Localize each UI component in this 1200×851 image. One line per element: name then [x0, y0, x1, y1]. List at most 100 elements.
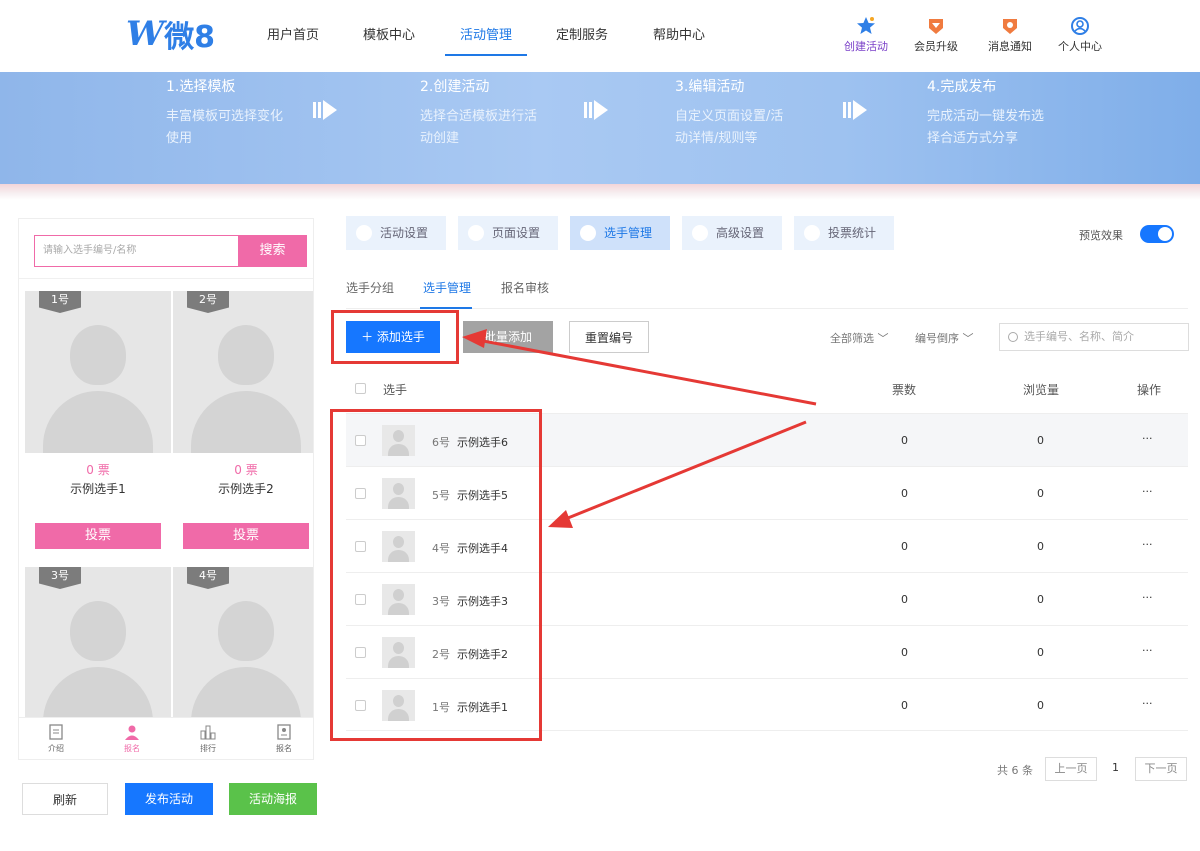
- player-card[interactable]: 2号 0 票 示例选手2 投票: [173, 291, 313, 549]
- player-views: 0: [1037, 699, 1044, 712]
- tab-activity-settings[interactable]: 活动设置: [346, 216, 446, 250]
- filter-all-dropdown[interactable]: 全部筛选 ﹀: [830, 330, 889, 346]
- step-4: 4.完成发布 完成活动一键发布选择合适方式分享: [927, 76, 1047, 150]
- tab-register[interactable]: 报名: [259, 724, 309, 754]
- activity-poster-button[interactable]: 活动海报: [229, 783, 317, 815]
- bell-badge-icon: [1003, 19, 1017, 34]
- player-votes: 0: [901, 540, 908, 553]
- current-page[interactable]: 1: [1112, 761, 1119, 774]
- brand-logo[interactable]: W 微8: [126, 14, 216, 55]
- phone-preview: 请输入选手编号/名称 搜索 1号 0 票 示例选手1 投票 2号 0 票 示例选…: [18, 218, 314, 760]
- subtab-divider: [346, 308, 1188, 309]
- tab-player-management[interactable]: 选手管理: [570, 216, 670, 250]
- create-activity-link[interactable]: 创建活动: [836, 16, 896, 54]
- sliders-icon: [692, 225, 708, 241]
- annotation-box-player-list: [330, 409, 542, 741]
- nav-custom-service[interactable]: 定制服务: [556, 24, 608, 43]
- next-page-button[interactable]: 下一页: [1135, 757, 1187, 781]
- preview-search-input[interactable]: 请输入选手编号/名称: [34, 235, 239, 267]
- tab-label: 投票统计: [828, 226, 877, 240]
- sort-dropdown[interactable]: 编号倒序 ﹀: [915, 330, 974, 346]
- select-all-checkbox[interactable]: [355, 383, 366, 394]
- tab-label: 介绍: [48, 744, 64, 753]
- preview-search-button[interactable]: 搜索: [238, 235, 307, 267]
- player-views: 0: [1037, 434, 1044, 447]
- player-name: 示例选手1: [70, 482, 126, 496]
- tab-label: 活动设置: [380, 226, 429, 240]
- player-views: 0: [1037, 646, 1044, 659]
- preview-effect-toggle[interactable]: [1140, 225, 1174, 243]
- player-card[interactable]: 3号: [25, 567, 171, 727]
- message-notification-link[interactable]: 消息通知: [980, 16, 1040, 54]
- more-actions-icon[interactable]: ···: [1142, 432, 1153, 445]
- nav-activity-management[interactable]: 活动管理: [460, 24, 512, 43]
- player-number-badge: 1号: [39, 291, 81, 313]
- tab-advanced-settings[interactable]: 高级设置: [682, 216, 782, 250]
- personal-center-link[interactable]: 个人中心: [1050, 16, 1110, 54]
- header-views[interactable]: 浏览量: [1023, 381, 1059, 398]
- tab-intro[interactable]: 介绍: [31, 724, 81, 754]
- step-arrow-icon: [843, 100, 867, 120]
- chart-icon: [804, 225, 820, 241]
- step-3: 3.编辑活动 自定义页面设置/活动详情/规则等: [675, 76, 795, 150]
- banner-divider: [0, 184, 1200, 200]
- more-actions-icon[interactable]: ···: [1142, 697, 1153, 710]
- logo-w: W: [126, 14, 164, 54]
- chevron-down-icon: ﹀: [962, 332, 974, 345]
- user-icon: [580, 225, 596, 241]
- nav-active-indicator: [445, 54, 527, 56]
- subtab-active-indicator: [420, 307, 472, 309]
- star-icon: [857, 17, 875, 34]
- player-photo: 3号: [25, 567, 171, 727]
- chevron-down-icon: ﹀: [877, 332, 889, 345]
- player-name: 示例选手2: [218, 482, 274, 496]
- search-placeholder: 选手编号、名称、简介: [1024, 330, 1134, 343]
- user-icon: [125, 725, 139, 740]
- player-views: 0: [1037, 593, 1044, 606]
- steps-banner: 1.选择模板 丰富模板可选择变化使用 2.创建活动 选择合适模板进行活动创建 3…: [0, 72, 1200, 186]
- nav-template-center[interactable]: 模板中心: [363, 24, 415, 43]
- step-title: 3.编辑活动: [675, 79, 745, 95]
- more-actions-icon[interactable]: ···: [1142, 538, 1153, 551]
- player-photo: 2号: [173, 291, 313, 453]
- player-votes: 0 票: [234, 463, 258, 477]
- preview-effect-label: 预览效果: [1079, 229, 1123, 242]
- tab-label: 选手管理: [604, 226, 653, 240]
- logo-text: 微8: [164, 20, 216, 55]
- tab-ranking[interactable]: 排行: [183, 724, 233, 754]
- message-notification-label: 消息通知: [988, 40, 1032, 53]
- more-actions-icon[interactable]: ···: [1142, 591, 1153, 604]
- player-votes: 0: [901, 434, 908, 447]
- player-photo: 1号: [25, 291, 171, 453]
- header-operations: 操作: [1137, 383, 1162, 397]
- vote-button[interactable]: 投票: [35, 523, 161, 549]
- vote-button[interactable]: 投票: [183, 523, 309, 549]
- more-actions-icon[interactable]: ···: [1142, 485, 1153, 498]
- tab-signup[interactable]: 报名: [107, 724, 157, 754]
- more-actions-icon[interactable]: ···: [1142, 644, 1153, 657]
- subtab-player-groups[interactable]: 选手分组: [346, 279, 394, 296]
- player-card[interactable]: 4号: [173, 567, 313, 727]
- player-search-input[interactable]: 选手编号、名称、简介: [999, 323, 1189, 351]
- nav-help-center[interactable]: 帮助中心: [653, 24, 705, 43]
- annotation-box-add-button: [331, 310, 459, 364]
- refresh-button[interactable]: 刷新: [22, 783, 108, 815]
- prev-page-button[interactable]: 上一页: [1045, 757, 1097, 781]
- nav-user-home[interactable]: 用户首页: [267, 24, 319, 43]
- step-desc: 选择合适模板进行活动创建: [420, 109, 538, 146]
- step-desc: 自定义页面设置/活动详情/规则等: [675, 109, 784, 146]
- player-number-badge: 2号: [187, 291, 229, 313]
- player-views: 0: [1037, 540, 1044, 553]
- tab-page-settings[interactable]: 页面设置: [458, 216, 558, 250]
- reset-numbers-button[interactable]: 重置编号: [569, 321, 649, 353]
- player-card[interactable]: 1号 0 票 示例选手1 投票: [25, 291, 171, 549]
- member-upgrade-link[interactable]: 会员升级: [906, 16, 966, 54]
- pagination-total: 共 6 条: [997, 764, 1033, 777]
- batch-add-button[interactable]: 批量添加: [463, 321, 553, 353]
- step-title: 1.选择模板: [166, 79, 236, 95]
- subtab-player-management[interactable]: 选手管理: [423, 279, 471, 296]
- subtab-signup-review[interactable]: 报名审核: [501, 279, 549, 296]
- tab-vote-statistics[interactable]: 投票统计: [794, 216, 894, 250]
- header-votes[interactable]: 票数: [892, 381, 916, 398]
- publish-activity-button[interactable]: 发布活动: [125, 783, 213, 815]
